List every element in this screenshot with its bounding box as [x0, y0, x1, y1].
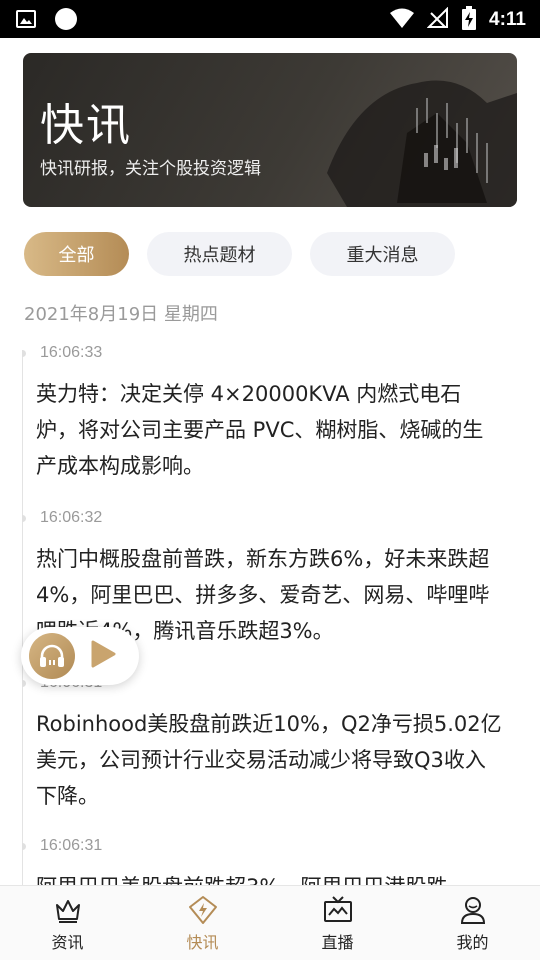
- news-time: 16:06:31: [40, 837, 103, 854]
- timeline-line: [22, 354, 23, 885]
- nav-label: 直播: [321, 933, 354, 952]
- audio-player[interactable]: [21, 627, 139, 685]
- nav-label: 我的: [456, 933, 489, 952]
- header-banner: 快讯 快讯研报，关注个股投资逻辑: [23, 53, 517, 207]
- timeline-dot: [22, 843, 26, 850]
- bottom-nav: 资讯 快讯 直播 我的: [0, 885, 540, 960]
- news-time: 16:06:33: [40, 344, 103, 361]
- news-text: 英力特：决定关停 4×20000KVA 内燃式电石炉，将对公司主要产品 PVC、…: [36, 382, 484, 478]
- status-bar: 4:11: [0, 0, 540, 38]
- tab-hot-topics[interactable]: 热点题材: [147, 232, 292, 276]
- banner-title: 快讯: [40, 100, 132, 151]
- nav-label: 快讯: [186, 933, 219, 952]
- nav-news[interactable]: 资讯: [0, 886, 135, 960]
- timeline-dot: [22, 515, 26, 522]
- banner-subtitle: 快讯研报，关注个股投资逻辑: [40, 159, 261, 179]
- image-icon: [16, 9, 36, 33]
- tv-icon: [322, 894, 354, 926]
- flash-icon: [187, 894, 219, 926]
- nav-label: 资讯: [51, 933, 84, 952]
- battery-charging-icon: [461, 6, 477, 34]
- news-text: 阿里巴巴美股盘前跌超3%，阿里巴巴港股跌: [36, 869, 502, 885]
- no-signal-icon: [426, 6, 449, 33]
- headset-icon[interactable]: [29, 633, 75, 679]
- nav-mine[interactable]: 我的: [405, 886, 540, 960]
- wifi-icon: [389, 7, 415, 33]
- category-tabs: 全部 热点题材 重大消息: [24, 232, 455, 276]
- date-header: 2021年8月19日 星期四: [24, 304, 218, 325]
- user-icon: [457, 894, 489, 926]
- tab-major-news[interactable]: 重大消息: [310, 232, 455, 276]
- news-timeline: 16:06:33 英力特：决定关停 4×20000KVA 内燃式电石炉，将对公司…: [22, 340, 522, 885]
- play-icon[interactable]: [89, 639, 117, 673]
- crown-icon: [52, 894, 84, 926]
- nav-live[interactable]: 直播: [270, 886, 405, 960]
- circle-icon: [54, 7, 78, 35]
- timeline-dot: [22, 680, 26, 687]
- bull-chart-art: [327, 80, 517, 207]
- tab-all[interactable]: 全部: [24, 232, 129, 276]
- timeline-dot: [22, 350, 26, 357]
- clock-time: 4:11: [489, 9, 526, 30]
- nav-flash[interactable]: 快讯: [135, 886, 270, 960]
- news-text: Robinhood美股盘前跌近10%，Q2净亏损5.02亿美元，公司预计行业交易…: [36, 712, 502, 808]
- news-time: 16:06:32: [40, 509, 103, 526]
